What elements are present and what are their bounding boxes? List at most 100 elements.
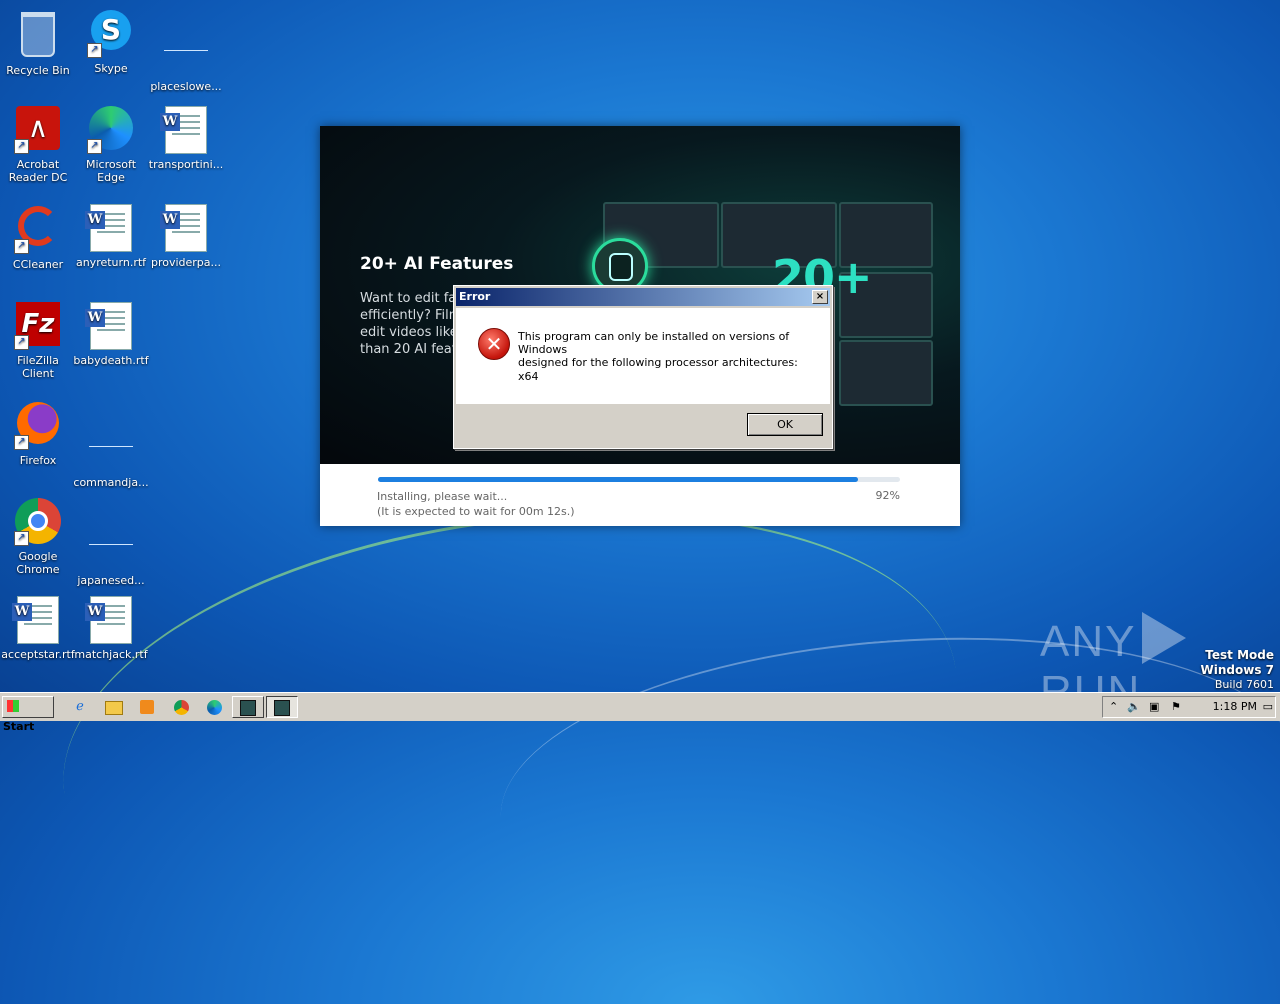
error-dialog: Error × ✕ This program can only be insta…	[453, 285, 833, 449]
install-eta-line: (It is expected to wait for 00m 12s.)	[377, 505, 575, 518]
icon-label: placeslowe...	[150, 80, 222, 93]
error-message-line: designed for the following processor arc…	[518, 356, 798, 369]
shortcut-arrow-icon: ↗	[87, 43, 102, 58]
chevron-up-icon[interactable]: ⌃	[1109, 700, 1118, 713]
flag-icon[interactable]: ⚑	[1171, 700, 1181, 713]
icon-label: Skype	[94, 62, 128, 75]
recycle-bin-icon	[14, 12, 62, 60]
ccleaner-icon: ↗	[14, 206, 62, 254]
blank-file-icon	[87, 522, 135, 570]
start-button[interactable]: Start	[2, 696, 54, 733]
banner-title: 20+ AI Features	[360, 254, 514, 274]
desktop-icon-word-doc[interactable]: W babydeath.rtf	[73, 302, 149, 367]
icon-label: FileZilla Client	[17, 354, 59, 380]
install-progress-bar	[378, 477, 900, 482]
install-percent: 92%	[875, 489, 900, 502]
network-icon[interactable]: ▣	[1149, 700, 1159, 713]
blank-file-icon	[87, 424, 135, 472]
watermark-text: ANY	[1040, 617, 1137, 666]
test-mode-label: Test Mode	[1205, 648, 1274, 662]
install-status-line: Installing, please wait...	[377, 490, 508, 503]
play-icon	[1142, 612, 1187, 664]
desktop-icon-firefox[interactable]: ↗ Firefox	[0, 400, 76, 467]
desktop-icon-word-doc[interactable]: W providerpa...	[148, 204, 224, 269]
windows-flag-icon	[7, 700, 19, 712]
taskbar: Start ℯ ⌃ 🔈 ▣ ⚑ 1:18 PM ▭	[0, 692, 1280, 733]
skype-icon: S ↗	[87, 10, 135, 58]
desktop-icon-recycle-bin[interactable]: Recycle Bin	[0, 8, 76, 77]
icon-label: providerpa...	[150, 256, 222, 269]
desktop-icon-file[interactable]: japanesed...	[73, 498, 149, 587]
icon-label: Microsoft Edge	[85, 158, 137, 184]
chrome-icon[interactable]	[171, 697, 191, 717]
icon-label: anyreturn.rtf	[75, 256, 147, 269]
folder-icon[interactable]	[104, 697, 124, 717]
desktop-icon-word-doc[interactable]: W transportini...	[148, 106, 224, 171]
dialog-title: Error	[459, 290, 491, 303]
install-status: Installing, please wait... (It is expect…	[377, 489, 575, 519]
icon-label: babydeath.rtf	[73, 354, 149, 367]
icon-label: Google Chrome	[16, 550, 60, 576]
desktop-icon-filezilla[interactable]: Fz ↗ FileZilla Client	[0, 302, 76, 380]
shortcut-arrow-icon: ↗	[87, 139, 102, 154]
desktop-icon-edge[interactable]: ↗ Microsoft Edge	[73, 106, 149, 184]
edge-icon[interactable]	[204, 697, 224, 717]
error-icon: ✕	[478, 328, 510, 360]
close-button[interactable]: ×	[812, 290, 828, 304]
icon-label: Firefox	[19, 454, 57, 467]
desktop-icon-chrome[interactable]: ↗ Google Chrome	[0, 498, 76, 576]
desktop-icon-file[interactable]: placeslowe...	[148, 8, 224, 93]
word-document-icon: W	[160, 106, 210, 154]
filezilla-icon: Fz ↗	[14, 302, 62, 350]
start-label: Start	[3, 720, 35, 733]
shortcut-arrow-icon: ↗	[14, 531, 29, 546]
word-document-icon: W	[85, 302, 135, 350]
media-player-icon[interactable]	[137, 697, 157, 717]
chrome-icon: ↗	[14, 498, 62, 546]
shortcut-arrow-icon: ↗	[14, 139, 29, 154]
desktop-icon-acrobat[interactable]: ∧ ↗ Acrobat Reader DC	[0, 106, 76, 184]
dialog-body: ✕ This program can only be installed on …	[456, 308, 830, 404]
icon-label: transportini...	[148, 158, 224, 171]
windows-version-info: Test Mode Windows 7 Build 7601	[1201, 648, 1274, 692]
taskbar-task-error[interactable]	[266, 696, 298, 718]
icon-label: Recycle Bin	[6, 64, 70, 77]
system-tray: ⌃ 🔈 ▣ ⚑ 1:18 PM ▭	[1102, 696, 1276, 718]
desktop-icon-word-doc[interactable]: W anyreturn.rtf	[73, 204, 149, 269]
banner-thumbnail	[839, 340, 933, 406]
build-label: Build 7601	[1214, 678, 1274, 691]
icon-label: CCleaner	[12, 258, 64, 271]
shortcut-arrow-icon: ↗	[14, 335, 29, 350]
desktop-icon-skype[interactable]: S ↗ Skype	[73, 8, 149, 75]
windows-label: Windows 7	[1200, 663, 1274, 677]
edge-icon: ↗	[87, 106, 135, 154]
desktop-icon-ccleaner[interactable]: ↗ CCleaner	[0, 204, 76, 271]
icon-label: Acrobat Reader DC	[8, 158, 68, 184]
error-message-line: This program can only be installed on ve…	[518, 330, 790, 356]
word-document-icon: W	[160, 204, 210, 252]
icon-label: acceptstar.rtf	[1, 648, 75, 661]
ie-icon[interactable]: ℯ	[70, 697, 90, 717]
shortcut-arrow-icon: ↗	[14, 435, 29, 450]
show-desktop-icon[interactable]: ▭	[1263, 700, 1273, 713]
clock[interactable]: 1:18 PM	[1213, 700, 1257, 713]
desktop-icon-word-doc[interactable]: W acceptstar.rtf	[0, 596, 76, 661]
acrobat-icon: ∧ ↗	[14, 106, 62, 154]
icon-label: japanesed...	[77, 574, 145, 587]
desktop-icon-file[interactable]: commandja...	[73, 400, 149, 489]
word-document-icon: W	[85, 596, 135, 644]
architecture-value: x64	[518, 370, 539, 383]
volume-icon[interactable]: 🔈	[1127, 700, 1141, 713]
ok-button[interactable]: OK	[747, 413, 823, 436]
word-document-icon: W	[85, 204, 135, 252]
shortcut-arrow-icon: ↗	[14, 239, 29, 254]
word-document-icon: W	[12, 596, 62, 644]
icon-label: matchjack.rtf	[74, 648, 148, 661]
error-message: This program can only be installed on ve…	[518, 330, 830, 369]
firefox-icon: ↗	[14, 402, 62, 450]
taskbar-task-installer[interactable]	[232, 696, 264, 718]
dialog-titlebar[interactable]: Error ×	[456, 288, 830, 306]
blank-file-icon	[162, 28, 210, 76]
install-progress-fill	[378, 477, 859, 482]
desktop-icon-word-doc[interactable]: W matchjack.rtf	[73, 596, 149, 661]
